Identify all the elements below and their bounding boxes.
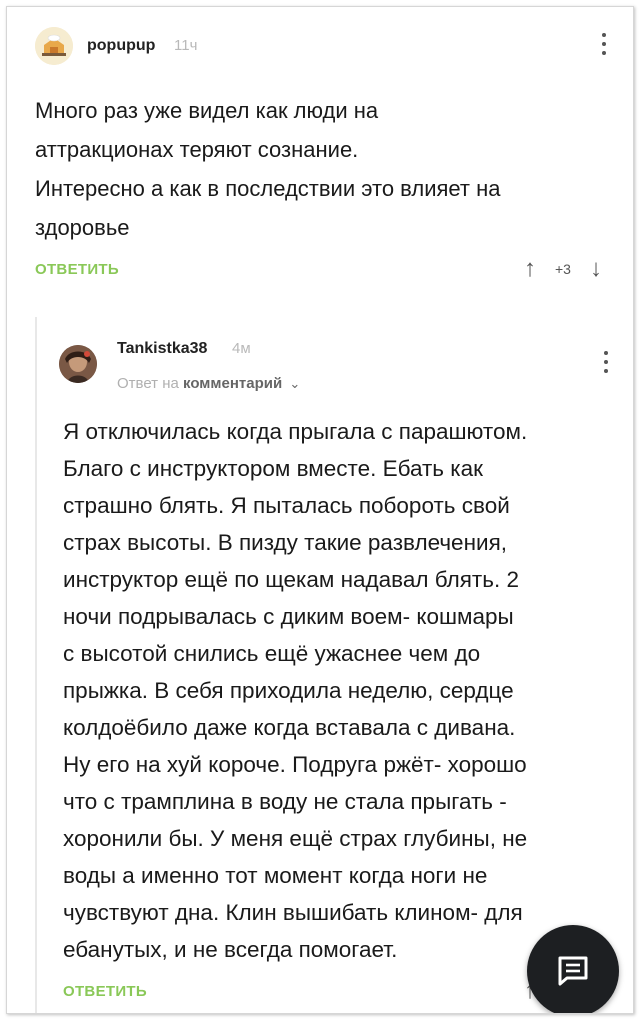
- vote-score: +3: [555, 261, 571, 277]
- chat-icon: [558, 956, 588, 986]
- comment-line: прыжка. В себя приходила неделю, сердце: [63, 678, 514, 703]
- screenshot-frame: popupup 11ч Много раз уже видел как люди…: [6, 6, 634, 1014]
- more-vertical-icon[interactable]: [599, 33, 609, 55]
- comment-text: Я отключилась когда прыгала с парашютом.…: [63, 413, 623, 968]
- comment-line: страх высоты. В пизду такие развлечения,: [63, 530, 508, 555]
- timestamp: 11ч: [174, 37, 198, 54]
- chevron-down-icon: ⌄: [289, 376, 301, 391]
- timestamp: 4м: [232, 340, 251, 357]
- comment-line: Ну его на хуй короче. Подруга ржёт- хоро…: [63, 752, 527, 777]
- avatar[interactable]: [59, 345, 97, 383]
- comment-line: здоровье: [35, 215, 130, 240]
- reply-to-link[interactable]: Ответ на комментарий ⌄: [117, 375, 300, 392]
- comment-line: аттракционах теряют сознание.: [35, 137, 359, 162]
- reply-comment: Tankistka38 4м Ответ на комментарий ⌄ Я …: [7, 317, 633, 1013]
- reply-button[interactable]: ОТВЕТИТЬ: [35, 261, 119, 278]
- comment-line: чувствуют дна. Клин вышибать клином- для: [63, 900, 523, 925]
- comment-text: Много раз уже видел как люди на аттракци…: [35, 91, 605, 247]
- comment-line: Я отключилась когда прыгала с парашютом.: [63, 419, 528, 444]
- avatar[interactable]: [35, 27, 73, 65]
- comment: popupup 11ч Много раз уже видел как люди…: [7, 7, 633, 307]
- comment-line: Интересно а как в последствии это влияет…: [35, 176, 501, 201]
- reply-to-target: комментарий: [183, 375, 283, 392]
- username[interactable]: Tankistka38: [117, 340, 207, 358]
- vote-controls: ↑ +3 ↓: [519, 255, 607, 283]
- comment-line: с высотой снились ещё ужаснее чем до: [63, 641, 481, 666]
- comment-line: хоронили бы. У меня ещё страх глубины, н…: [63, 826, 528, 851]
- arrow-up-icon[interactable]: ↑: [519, 255, 541, 283]
- reply-to-prefix: Ответ на: [117, 375, 179, 392]
- chat-fab-button[interactable]: [527, 925, 619, 1013]
- arrow-down-icon[interactable]: ↓: [585, 255, 607, 283]
- comment-line: что с трамплина в воду не стала прыгать …: [63, 789, 507, 814]
- comment-line: инструктор ещё по щекам надавал блять. 2: [63, 567, 519, 592]
- more-vertical-icon[interactable]: [601, 351, 611, 373]
- username[interactable]: popupup: [87, 37, 155, 55]
- comment-line: страшно блять. Я пыталась побороть свой: [63, 493, 510, 518]
- comment-line: воды а именно тот момент когда ноги не: [63, 863, 488, 888]
- comment-line: Благо с инструктором вместе. Ебать как: [63, 456, 483, 481]
- reply-button[interactable]: ОТВЕТИТЬ: [63, 983, 147, 1000]
- comment-line: Много раз уже видел как люди на: [35, 98, 379, 123]
- comment-line: колдоёбило даже когда вставала с дивана.: [63, 715, 516, 740]
- comment-line: ночи подрывалась с диким воем- кошмары: [63, 604, 514, 629]
